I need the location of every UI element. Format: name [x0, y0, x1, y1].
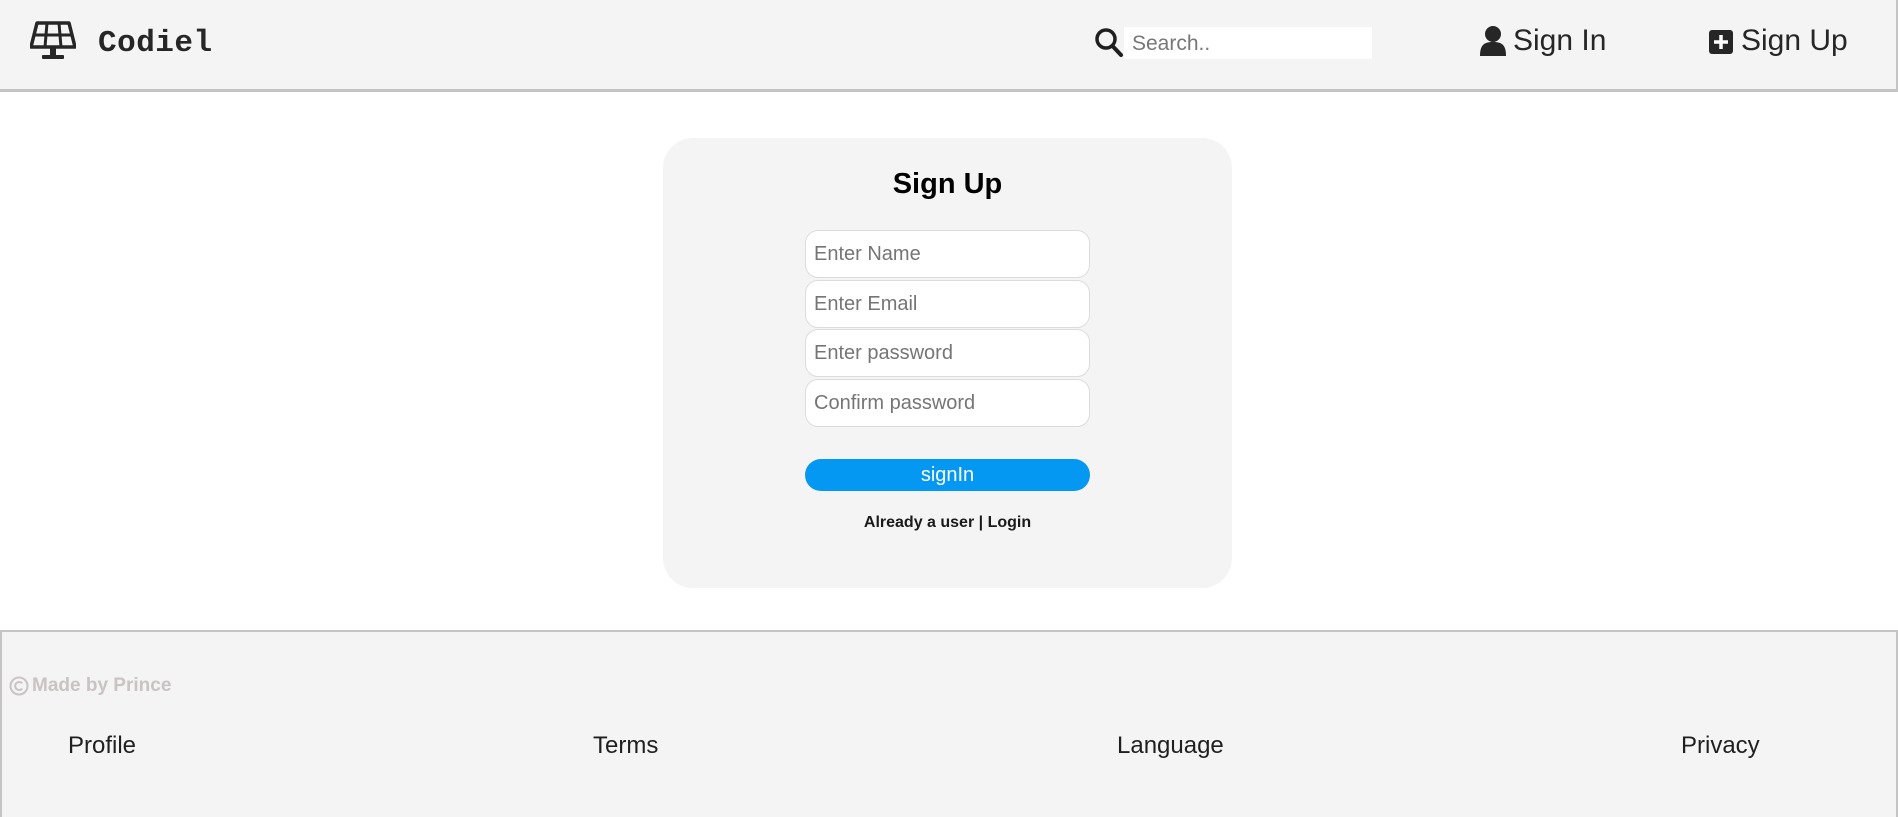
- footer-link-language[interactable]: Language: [1117, 732, 1224, 760]
- submit-button[interactable]: signIn: [805, 459, 1090, 491]
- solar-panel-icon: [30, 20, 76, 59]
- already-user-row: Already a user | Login: [663, 514, 1232, 532]
- nav-sign-up-link[interactable]: Sign Up: [1707, 24, 1848, 58]
- password-field[interactable]: [805, 329, 1090, 377]
- top-navbar: Codiel Sign In Sign Up: [0, 0, 1898, 92]
- nav-sign-up-label: Sign Up: [1741, 24, 1848, 57]
- signup-card: Sign Up signIn Already a user | Login: [663, 138, 1232, 588]
- separator: |: [978, 514, 984, 531]
- search-input[interactable]: [1124, 27, 1372, 59]
- footer: Made by Prince Profile Terms Language Pr…: [0, 630, 1898, 817]
- login-link[interactable]: Login: [988, 514, 1032, 531]
- form-title: Sign Up: [892, 168, 1003, 200]
- copyright-text: Made by Prince: [32, 675, 172, 696]
- copyright-icon: [9, 676, 29, 696]
- email-field[interactable]: [805, 280, 1090, 328]
- copyright: Made by Prince: [9, 675, 171, 697]
- brand-name: Codiel: [98, 26, 213, 61]
- search-icon: [1095, 28, 1123, 57]
- footer-link-profile[interactable]: Profile: [68, 732, 136, 760]
- already-user-text: Already a user: [863, 514, 975, 531]
- nav-sign-in-label: Sign In: [1513, 24, 1607, 57]
- name-field[interactable]: [805, 230, 1090, 278]
- brand[interactable]: Codiel: [30, 20, 213, 61]
- footer-link-terms[interactable]: Terms: [593, 732, 658, 760]
- user-icon: [1480, 26, 1506, 56]
- confirm-password-field[interactable]: [805, 379, 1090, 427]
- search-bar: [1094, 27, 1372, 59]
- nav-sign-in-link[interactable]: Sign In: [1479, 24, 1606, 58]
- plus-square-icon: [1709, 30, 1733, 54]
- footer-link-privacy[interactable]: Privacy: [1681, 732, 1760, 760]
